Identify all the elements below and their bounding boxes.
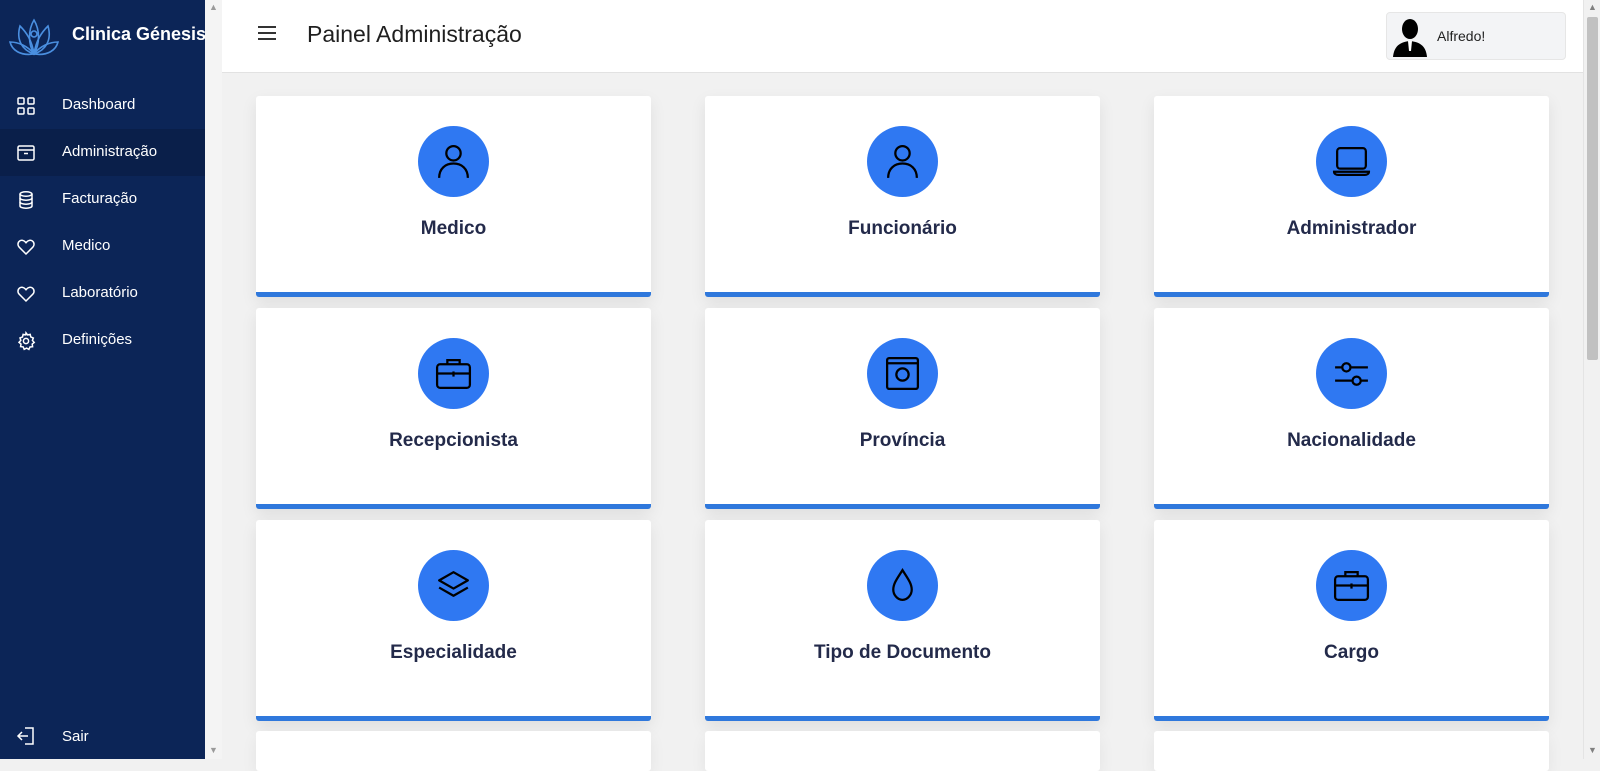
- card-partial[interactable]: [705, 731, 1100, 771]
- sidebar-item-laboratorio[interactable]: Laboratório: [0, 270, 205, 317]
- sidebar-item-label: Facturação: [62, 190, 138, 207]
- card-funcionario[interactable]: Funcionário: [705, 96, 1100, 297]
- page-title: Painel Administração: [307, 21, 522, 47]
- monitor-icon: [1332, 147, 1371, 176]
- sidebar-item-label: Laboratório: [62, 284, 138, 301]
- card-cargo[interactable]: Cargo: [1154, 520, 1549, 721]
- briefcase-icon: [1333, 571, 1370, 601]
- avatar: [1391, 17, 1429, 57]
- sidebar-nav: Dashboard Administração Facturação Medic…: [0, 82, 205, 364]
- gear-icon: [17, 331, 36, 351]
- hamburger-menu-button[interactable]: [258, 26, 276, 42]
- card-nacionalidade[interactable]: Nacionalidade: [1154, 308, 1549, 509]
- card-administrador[interactable]: Administrador: [1154, 96, 1549, 297]
- scroll-up-arrow-icon[interactable]: ▲: [1588, 2, 1597, 12]
- sliders-icon: [1335, 362, 1368, 386]
- user-icon: [438, 144, 469, 178]
- card-label: Medico: [420, 218, 487, 239]
- card-partial[interactable]: [256, 731, 651, 771]
- sidebar-item-definicoes[interactable]: Definições: [0, 317, 205, 364]
- user-name: Alfredo!: [1437, 28, 1486, 44]
- scroll-down-arrow-icon[interactable]: ▼: [1588, 745, 1597, 755]
- card-partial[interactable]: [1154, 731, 1549, 771]
- card-label: Cargo: [1324, 642, 1379, 663]
- brand-name: Clinica Génesis: [72, 24, 207, 44]
- card-especialidade[interactable]: Especialidade: [256, 520, 651, 721]
- layers-icon: [438, 571, 469, 597]
- top-header: Painel Administração Alfredo!: [222, 0, 1583, 73]
- logout-button[interactable]: Sair: [0, 713, 205, 759]
- card-tipo-de-documento[interactable]: Tipo de Documento: [705, 520, 1100, 721]
- card-label: Funcionário: [848, 218, 957, 239]
- card-provincia[interactable]: Província: [705, 308, 1100, 509]
- database-icon: [19, 191, 33, 209]
- image-frame-icon: [885, 356, 920, 391]
- lotus-logo-icon: [8, 18, 60, 56]
- sidebar: Clinica Génesis Dashboard Administração: [0, 0, 207, 759]
- sidebar-item-facturacao[interactable]: Facturação: [0, 176, 205, 223]
- card-label: Administrador: [1286, 218, 1417, 239]
- sidebar-scrollbar[interactable]: ▲ ▼: [205, 0, 222, 759]
- scroll-down-arrow-icon[interactable]: ▼: [209, 745, 218, 755]
- sidebar-item-label: Medico: [62, 237, 111, 254]
- card-label: Recepcionista: [389, 430, 518, 451]
- card-medico[interactable]: Medico: [256, 96, 651, 297]
- logout-label: Sair: [62, 728, 89, 745]
- logout-icon: [16, 727, 34, 745]
- user-icon: [887, 144, 918, 178]
- briefcase-icon: [435, 359, 472, 389]
- page-scrollbar[interactable]: ▲ ▼: [1583, 0, 1600, 759]
- grid-icon: [17, 97, 35, 115]
- card-label: Nacionalidade: [1287, 430, 1416, 451]
- brand[interactable]: Clinica Génesis: [0, 0, 207, 72]
- user-menu[interactable]: Alfredo!: [1386, 12, 1566, 60]
- card-recepcionista[interactable]: Recepcionista: [256, 308, 651, 509]
- hamburger-icon: [258, 26, 276, 28]
- card-label: Tipo de Documento: [814, 642, 991, 663]
- sidebar-item-label: Administração: [62, 143, 158, 160]
- scrollbar-thumb[interactable]: [1587, 17, 1598, 360]
- sidebar-item-administracao[interactable]: Administração: [0, 129, 205, 176]
- sidebar-item-label: Dashboard: [62, 96, 136, 113]
- sidebar-item-dashboard[interactable]: Dashboard: [0, 82, 205, 129]
- scroll-up-arrow-icon[interactable]: ▲: [209, 2, 218, 12]
- heart-icon: [17, 286, 35, 303]
- card-label: Província: [859, 430, 946, 451]
- sidebar-item-medico[interactable]: Medico: [0, 223, 205, 270]
- heart-icon: [17, 239, 35, 256]
- sidebar-item-label: Definições: [62, 331, 133, 348]
- archive-icon: [17, 145, 35, 161]
- card-label: Especialidade: [390, 642, 517, 663]
- droplet-icon: [892, 567, 913, 601]
